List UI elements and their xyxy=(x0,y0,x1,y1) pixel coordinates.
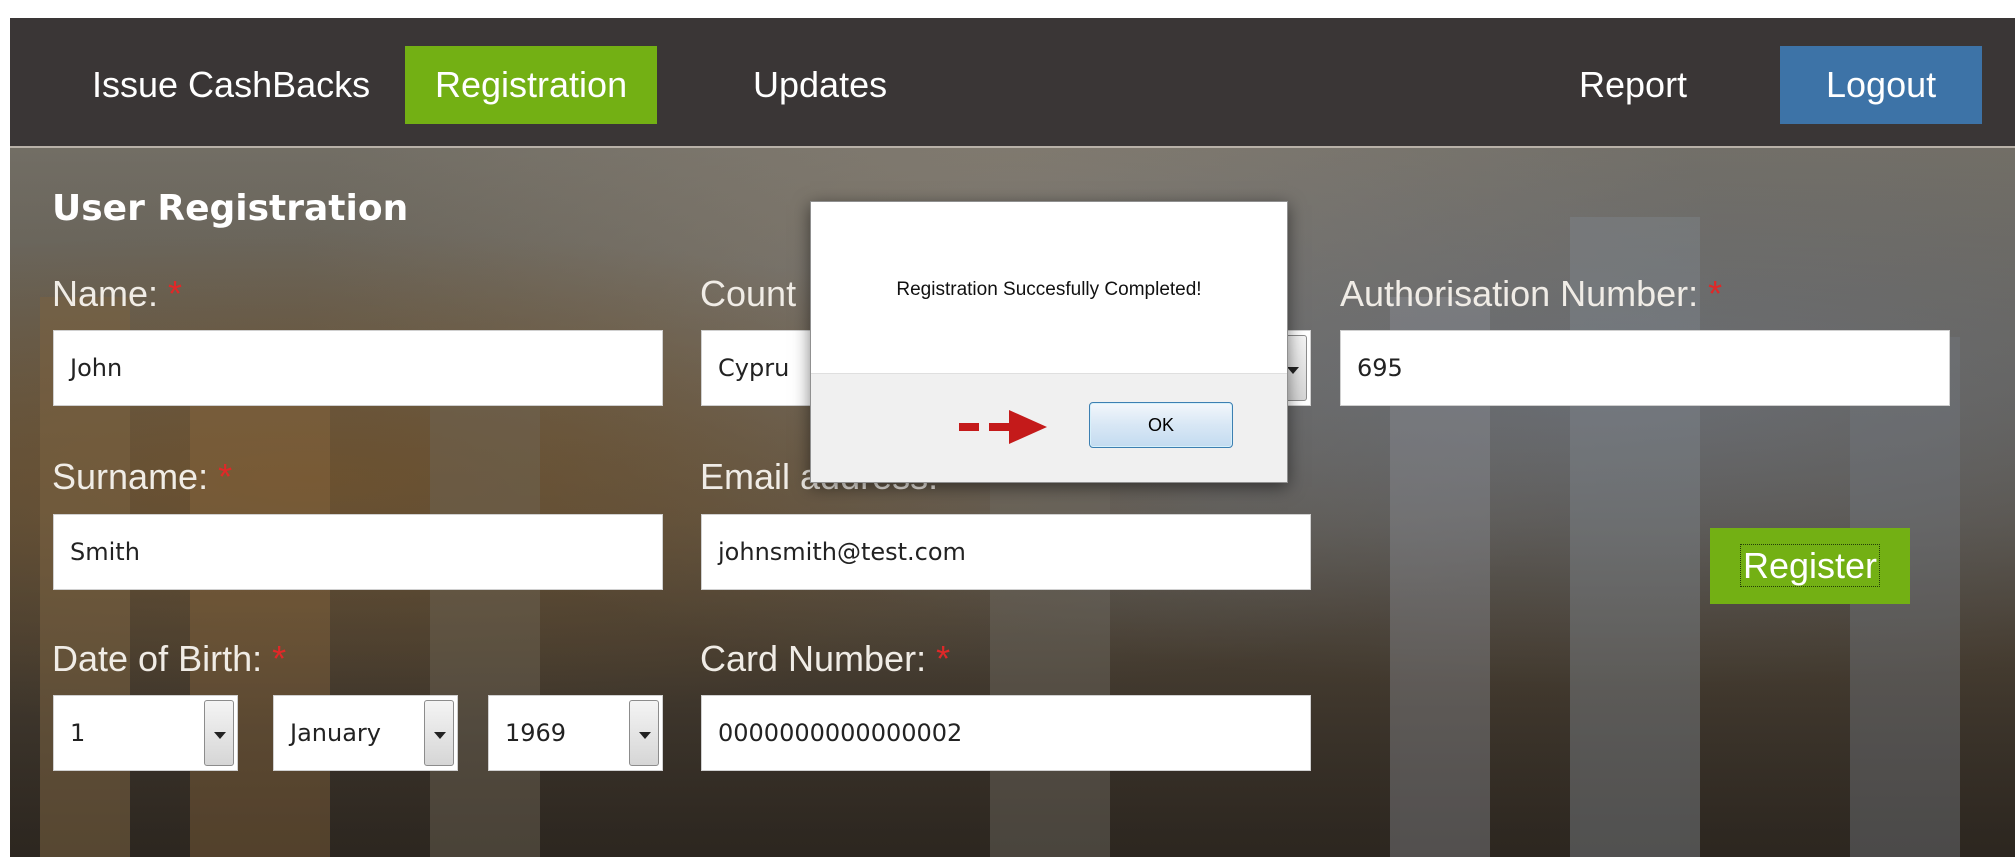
ok-button[interactable]: OK xyxy=(1089,402,1233,448)
name-field[interactable]: John xyxy=(53,330,663,406)
chevron-down-icon[interactable] xyxy=(629,700,659,766)
dialog-body: Registration Succesfully Completed! xyxy=(811,202,1287,374)
nav-item-report[interactable]: Report xyxy=(1549,46,1717,124)
surname-label: Surname: * xyxy=(52,456,233,497)
nav-item-registration[interactable]: Registration xyxy=(405,46,658,124)
arrow-right-icon xyxy=(959,410,1047,444)
alert-dialog: Registration Succesfully Completed! OK xyxy=(810,201,1288,483)
register-button[interactable]: Register xyxy=(1710,528,1910,604)
birth-day-select[interactable]: 1 xyxy=(53,695,238,771)
chevron-down-icon[interactable] xyxy=(204,700,234,766)
authorisation-number-label: Authorisation Number: * xyxy=(1340,273,1723,314)
app-window: Issue CashBacks Registration Updates Rep… xyxy=(10,18,2015,857)
nav-item-updates[interactable]: Updates xyxy=(723,46,917,124)
required-mark: * xyxy=(272,638,287,679)
date-of-birth-label: Date of Birth: * xyxy=(52,638,287,679)
logout-button[interactable]: Logout xyxy=(1780,46,1983,124)
country-value: Cypru xyxy=(718,354,790,382)
surname-field[interactable]: Smith xyxy=(53,514,663,590)
required-mark: * xyxy=(1708,273,1723,314)
background-building xyxy=(990,437,1110,857)
dialog-message: Registration Succesfully Completed! xyxy=(896,279,1202,300)
birth-year-value: 1969 xyxy=(505,719,567,747)
country-label: Count xyxy=(700,273,797,314)
required-mark: * xyxy=(936,638,951,679)
top-navbar: Issue CashBacks Registration Updates Rep… xyxy=(10,18,2015,148)
card-number-label: Card Number: * xyxy=(700,638,951,679)
email-field[interactable]: johnsmith@test.com xyxy=(701,514,1311,590)
birth-month-select[interactable]: January xyxy=(273,695,458,771)
page-title: User Registration xyxy=(52,188,409,229)
nav-item-issue-cashbacks[interactable]: Issue CashBacks xyxy=(62,46,400,124)
register-label: Register xyxy=(1739,544,1881,587)
birth-year-select[interactable]: 1969 xyxy=(488,695,663,771)
birth-day-value: 1 xyxy=(70,719,86,747)
authorisation-number-field[interactable]: 695 xyxy=(1340,330,1950,406)
card-number-field[interactable]: 0000000000000002 xyxy=(701,695,1311,771)
required-mark: * xyxy=(218,456,233,497)
name-label: Name: * xyxy=(52,273,183,314)
background-building xyxy=(430,337,540,857)
chevron-down-icon[interactable] xyxy=(424,700,454,766)
required-mark: * xyxy=(168,273,183,314)
birth-month-value: January xyxy=(290,719,381,747)
